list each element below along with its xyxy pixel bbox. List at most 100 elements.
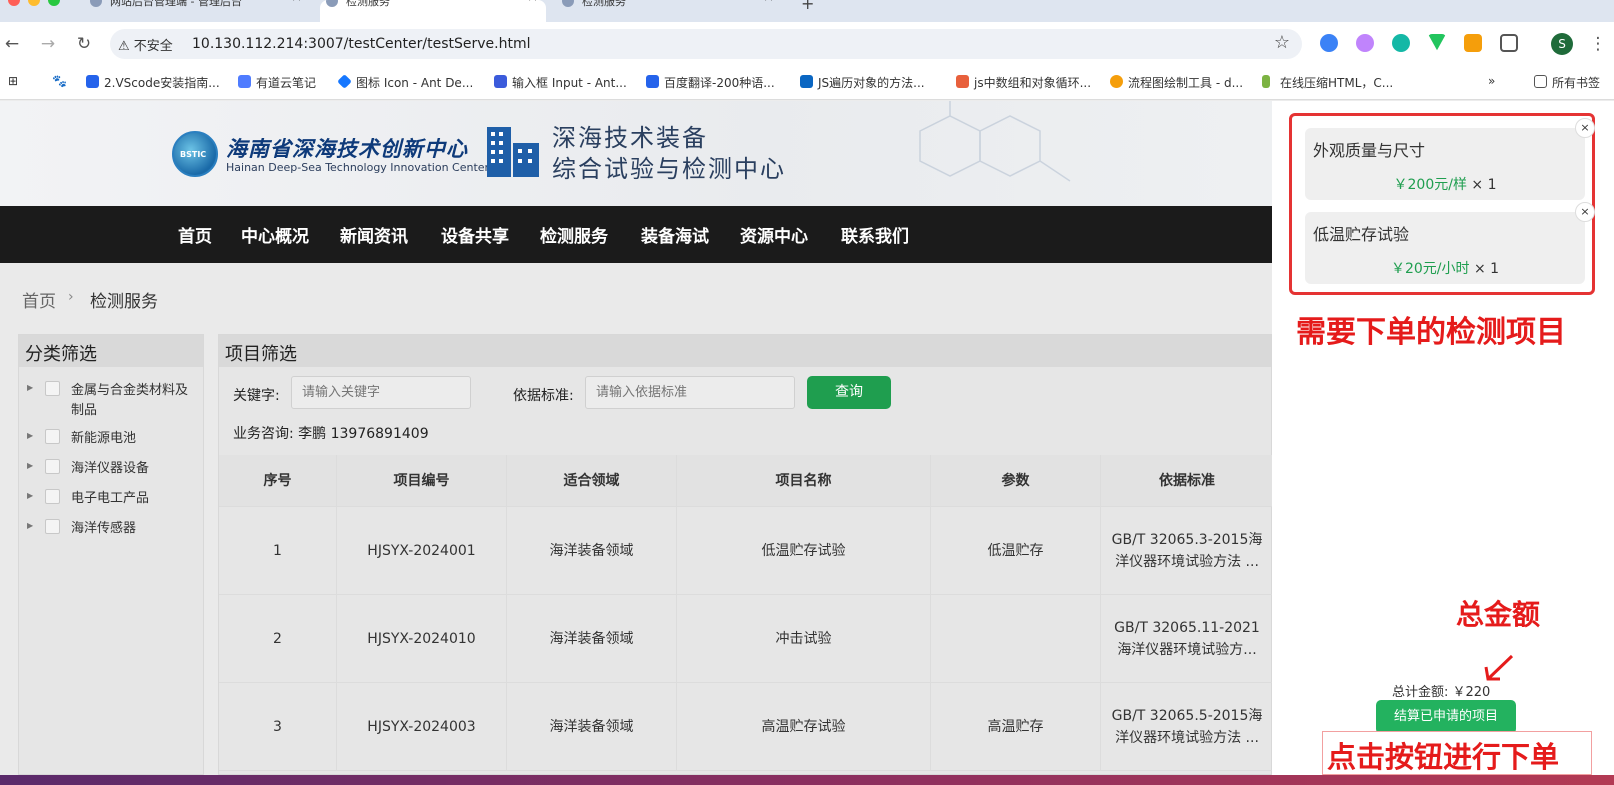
category-checkbox[interactable] — [45, 459, 60, 474]
close-window-icon[interactable] — [8, 0, 20, 6]
expand-caret-icon[interactable]: ▶ — [27, 521, 33, 530]
cell-index: 1 — [219, 507, 337, 595]
bookmark-label: JS遍历对象的方法... — [818, 76, 925, 90]
bookmark-antd-icon[interactable]: 图标 Icon - Ant De... — [337, 74, 474, 91]
category-checkbox[interactable] — [45, 381, 60, 396]
query-button[interactable]: 查询 — [807, 376, 891, 409]
business-consult: 业务咨询: 李鹏 13976891409 — [233, 426, 429, 442]
extensions-puzzle-icon[interactable] — [1500, 34, 1518, 52]
category-checkbox[interactable] — [45, 429, 60, 444]
browser-menu-icon[interactable]: ⋮ — [1586, 32, 1610, 56]
bookmark-label: 在线压缩HTML，C... — [1280, 76, 1394, 90]
more-bookmarks-icon[interactable]: » — [1488, 74, 1495, 88]
center-title-line1: 深海技术装备 — [552, 124, 708, 152]
settle-button[interactable]: 结算已申请的项目 — [1376, 700, 1516, 734]
standard-input[interactable] — [585, 376, 795, 409]
cell-standard: GB/T 32065.3-2015海洋仪器环境试验方法 ... — [1101, 507, 1272, 595]
all-bookmarks[interactable]: 所有书签 — [1534, 74, 1600, 91]
globe-icon — [90, 0, 102, 7]
cell-param — [931, 595, 1101, 683]
translate-icon — [646, 75, 659, 88]
remove-item-close-icon[interactable]: × — [1575, 118, 1595, 138]
expand-caret-icon[interactable]: ▶ — [27, 461, 33, 470]
reload-icon[interactable]: ↻ — [72, 32, 96, 56]
browser-tab-3[interactable]: 检测服务 × — [556, 0, 782, 22]
standard-label: 依据标准: — [513, 388, 574, 404]
nav-testing-service[interactable]: 检测服务 — [540, 222, 608, 247]
nav-sea-trial[interactable]: 装备海试 — [641, 222, 709, 247]
globe-icon — [326, 0, 338, 7]
dock-strip — [0, 775, 1614, 785]
building-icon — [487, 127, 539, 177]
category-checkbox[interactable] — [45, 489, 60, 504]
expand-caret-icon[interactable]: ▶ — [27, 431, 33, 440]
annotation-button-box: 点击按钮进行下单 — [1322, 731, 1592, 775]
category-checkbox[interactable] — [45, 519, 60, 534]
nav-news[interactable]: 新闻资讯 — [340, 222, 408, 247]
zhihu-icon — [800, 75, 813, 88]
flowchart-icon — [1110, 75, 1123, 88]
nav-resources[interactable]: 资源中心 — [740, 222, 808, 247]
org-logo[interactable]: BSTIC — [172, 131, 218, 177]
extension-brain-icon[interactable] — [1356, 34, 1374, 52]
main-nav: 首页 中心概况 新闻资讯 设备共享 检测服务 装备海试 资源中心 联系我们 — [0, 206, 1272, 263]
nav-home[interactable]: 首页 — [178, 222, 212, 247]
cell-param: 高温贮存 — [931, 683, 1101, 771]
category-label: 新能源电池 — [71, 431, 137, 446]
cell-code: HJSYX-2024010 — [337, 595, 507, 683]
expand-caret-icon[interactable]: ▶ — [27, 383, 33, 392]
extension-openai-icon[interactable] — [1392, 34, 1410, 52]
cell-standard: GB/T 32065.11-2021 海洋仪器环境试验方... — [1101, 595, 1272, 683]
baidu-paw-icon[interactable]: 🐾 — [52, 74, 67, 88]
bookmark-flowchart[interactable]: 流程图绘制工具 - d... — [1110, 74, 1243, 91]
bookmark-label: 2.VScode安装指南... — [104, 76, 220, 90]
bookmark-antd-input[interactable]: 输入框 Input - Ant... — [494, 74, 627, 91]
category-label: 海洋仪器设备 — [71, 461, 150, 476]
expand-caret-icon[interactable]: ▶ — [27, 491, 33, 500]
keyword-input[interactable] — [291, 376, 471, 409]
url-text[interactable]: 10.130.112.214:3007/testCenter/testServe… — [192, 36, 531, 52]
nav-contact[interactable]: 联系我们 — [841, 222, 909, 247]
bookmark-baidu-translate[interactable]: 百度翻译-200种语... — [646, 74, 775, 91]
new-tab-button[interactable]: + — [801, 0, 814, 13]
browser-tab-admin[interactable]: 网站后台管理端 - 管理后台 × — [84, 0, 310, 22]
project-filter-panel: 项目筛选 关键字: 依据标准: 查询 业务咨询: 李鹏 13976891409 … — [218, 334, 1272, 775]
insecure-indicator[interactable]: ⚠ 不安全 — [118, 35, 173, 54]
apps-grid-icon[interactable]: ⊞ — [8, 74, 18, 88]
nav-overview[interactable]: 中心概况 — [241, 222, 309, 247]
nav-equipment-share[interactable]: 设备共享 — [441, 222, 509, 247]
extension-vue-icon[interactable] — [1428, 34, 1446, 51]
remove-item-close-icon[interactable]: × — [1575, 202, 1595, 222]
cell-name: 高温贮存试验 — [677, 683, 931, 771]
cell-index: 3 — [219, 683, 337, 771]
address-bar[interactable]: ⚠ 不安全 10.130.112.214:3007/testCenter/tes… — [110, 29, 1302, 59]
category-label: 金属与合金类材料及制品 — [71, 383, 189, 418]
cell-standard: GB/T 32065.5-2015海洋仪器环境试验方法 ... — [1101, 683, 1272, 771]
back-icon[interactable]: ← — [0, 32, 24, 56]
org-name-en: Hainan Deep-Sea Technology Innovation Ce… — [226, 161, 490, 174]
cell-index: 2 — [219, 595, 337, 683]
bookmark-label: js中数组和对象循环... — [974, 76, 1092, 90]
category-label: 电子电工产品 — [71, 491, 150, 506]
col-header-code: 项目编号 — [337, 455, 507, 507]
forward-icon[interactable]: → — [36, 32, 60, 56]
extension-chat-icon[interactable] — [1320, 34, 1338, 52]
minimize-window-icon[interactable] — [28, 0, 40, 6]
bookmark-vscode[interactable]: 2.VScode安装指南... — [86, 74, 220, 91]
cart-item-price-row: ￥200元/样 × 1 — [1305, 174, 1585, 194]
compress-icon — [1262, 75, 1270, 88]
bookmark-html-compress[interactable]: 在线压缩HTML，C... — [1262, 74, 1393, 91]
extension-tool-icon[interactable] — [1464, 34, 1482, 52]
center-title: 深海技术装备 综合试验与检测中心 — [552, 123, 786, 185]
bookmark-youdao[interactable]: 有道云笔记 — [238, 74, 316, 91]
browser-tab-active[interactable]: 检测服务 × — [320, 0, 546, 22]
bookmark-star-icon[interactable]: ☆ — [1274, 32, 1290, 53]
bookmark-label: 图标 Icon - Ant De... — [356, 76, 474, 90]
profile-avatar[interactable]: S — [1551, 33, 1573, 55]
maximize-window-icon[interactable] — [48, 0, 60, 6]
bookmark-zhihu[interactable]: JS遍历对象的方法... — [800, 74, 925, 91]
bookmark-jianshu[interactable]: js中数组和对象循环... — [956, 74, 1091, 91]
vscode-icon — [86, 75, 99, 88]
breadcrumb-home[interactable]: 首页 — [22, 287, 56, 312]
youdao-icon — [238, 75, 251, 88]
